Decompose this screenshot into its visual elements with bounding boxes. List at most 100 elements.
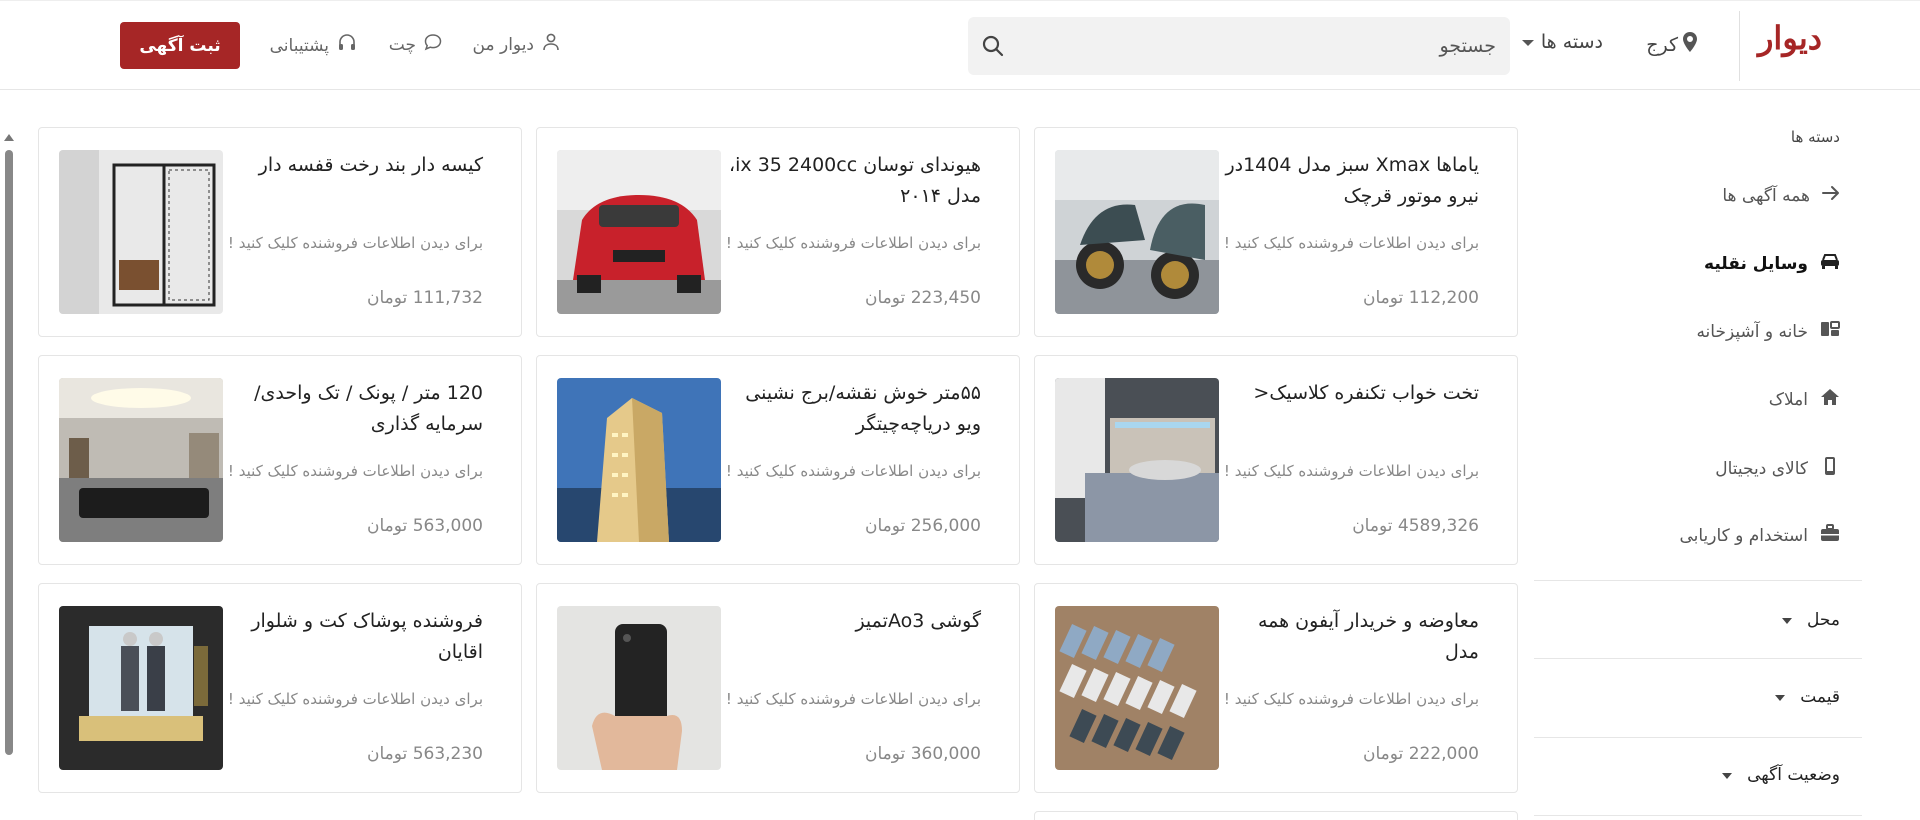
filter-label: قیمت	[1800, 687, 1840, 707]
city-label: کرج	[1646, 33, 1678, 56]
header-divider	[1739, 11, 1740, 81]
listing-card[interactable]: تخت خواب تکنفره کلاسیک< برای دیدن اطلاعا…	[1034, 355, 1518, 565]
my-divar-label: دیوار من	[472, 34, 534, 55]
sidebar-divider	[1534, 737, 1862, 738]
sidebar-item-label: استخدام و کاریابی	[1679, 525, 1808, 546]
listing-info: برای دیدن اطلاعات فروشنده کلیک کنید !	[1223, 234, 1479, 252]
filter-location[interactable]: محل	[1781, 610, 1840, 630]
sidebar-item-label: خانه و آشپزخانه	[1696, 321, 1808, 342]
listing-price: 563,000 تومان	[367, 516, 483, 536]
listing-card[interactable]: معاوضه و خریدار آیفون همه مدل برای دیدن …	[1034, 583, 1518, 793]
sidebar-item-all-ads[interactable]: همه آگهی ها	[1722, 185, 1840, 206]
filter-ad-status[interactable]: وضعیت آگهی	[1721, 765, 1840, 785]
listing-price: 256,000 تومان	[865, 516, 981, 536]
listing-image-red-suv[interactable]	[557, 150, 721, 314]
sidebar-item-label: کالای دیجیتال	[1715, 458, 1808, 479]
sidebar-item-digital[interactable]: کالای دیجیتال	[1715, 456, 1840, 481]
arrow-right-icon	[1822, 185, 1840, 206]
location-pin-icon	[1682, 31, 1698, 58]
listing-card-partial[interactable]	[1034, 811, 1518, 820]
listing-info: برای دیدن اطلاعات فروشنده کلیک کنید !	[725, 462, 981, 480]
listing-card[interactable]: هیوندای توسان ix 35 2400cc، مدل ۲۰۱۴ برا…	[536, 127, 1020, 337]
listing-info: برای دیدن اطلاعات فروشنده کلیک کنید !	[227, 234, 483, 252]
listing-title: هیوندای توسان ix 35 2400cc، مدل ۲۰۱۴	[729, 154, 981, 207]
chat-bubble-icon	[424, 33, 442, 56]
filter-price[interactable]: قیمت	[1774, 687, 1840, 707]
listing-card[interactable]: یاماها Xmax سبز مدل 1404در نیرو موتور قر…	[1034, 127, 1518, 337]
listing-info: برای دیدن اطلاعات فروشنده کلیک کنید !	[725, 234, 981, 252]
listing-image-apartment-interior[interactable]	[59, 378, 223, 542]
listing-title: گوشی Ao3تمیز	[855, 610, 981, 632]
sidebar-item-real-estate[interactable]: املاک	[1769, 388, 1840, 411]
listing-price: 222,000 تومان	[1363, 744, 1479, 764]
listing-card[interactable]: فروشنده پوشاک کت و شلوار اقایان برای دید…	[38, 583, 522, 793]
car-icon	[1820, 252, 1840, 275]
my-divar-link[interactable]: دیوار من	[473, 33, 560, 56]
scrollbar-thumb[interactable]	[5, 150, 13, 755]
listing-info: برای دیدن اطلاعات فروشنده کلیک کنید !	[1223, 462, 1479, 480]
listing-info: برای دیدن اطلاعات فروشنده کلیک کنید !	[725, 690, 981, 708]
sidebar-item-home-kitchen[interactable]: خانه و آشپزخانه	[1696, 320, 1840, 343]
sidebar-item-label: املاک	[1768, 389, 1808, 410]
listing-title: ۵۵متر خوش نقشه/برج نشینی ویو دریاچه‌چیتگ…	[745, 382, 981, 435]
listing-title: فروشنده پوشاک کت و شلوار اقایان	[251, 610, 483, 663]
listing-info: برای دیدن اطلاعات فروشنده کلیک کنید !	[227, 462, 483, 480]
categories-dropdown[interactable]: دسته ها	[1521, 31, 1603, 53]
listing-image-phone-in-hand[interactable]	[557, 606, 721, 770]
caret-down-icon	[1781, 610, 1793, 630]
house-icon	[1820, 388, 1840, 411]
listing-title: معاوضه و خریدار آیفون همه مدل	[1257, 610, 1479, 663]
listing-price: 112,200 تومان	[1363, 288, 1479, 308]
scroll-up-arrow[interactable]	[4, 134, 14, 141]
filter-label: وضعیت آگهی	[1747, 765, 1840, 785]
listing-price: 360,000 تومان	[865, 744, 981, 764]
search-bar[interactable]	[968, 17, 1510, 75]
support-link[interactable]: پشتیبانی	[270, 33, 357, 58]
listing-image-suit-shop[interactable]	[59, 606, 223, 770]
sidebar-item-label: وسایل نقلیه	[1704, 253, 1808, 274]
listing-card[interactable]: 120 متر / پونک / تک واحدی/ سرمایه گذاری …	[38, 355, 522, 565]
caret-down-icon	[1774, 687, 1786, 707]
chat-label: چت	[388, 34, 416, 55]
listing-image-bed[interactable]	[1055, 378, 1219, 542]
listing-image-clothes-rack[interactable]	[59, 150, 223, 314]
caret-down-icon	[1721, 765, 1733, 785]
user-icon	[542, 33, 560, 56]
divar-logo[interactable]: دیوار	[1758, 19, 1822, 57]
listing-title: 120 متر / پونک / تک واحدی/ سرمایه گذاری	[254, 382, 483, 435]
listing-card[interactable]: ۵۵متر خوش نقشه/برج نشینی ویو دریاچه‌چیتگ…	[536, 355, 1020, 565]
post-ad-button[interactable]: ثبت آگهی	[120, 22, 240, 69]
listing-image-tower[interactable]	[557, 378, 721, 542]
sidebar-title: دسته ها	[1790, 128, 1840, 146]
sidebar-item-jobs[interactable]: استخدام و کاریابی	[1679, 524, 1840, 547]
listing-card[interactable]: گوشی Ao3تمیز برای دیدن اطلاعات فروشنده ک…	[536, 583, 1020, 793]
category-sidebar: دسته ها همه آگهی ها وسایل نقلیه خانه و آ…	[1530, 90, 1920, 820]
filter-label: محل	[1807, 610, 1840, 630]
headset-icon	[337, 33, 357, 58]
sidebar-item-vehicles[interactable]: وسایل نقلیه	[1704, 252, 1840, 275]
search-icon[interactable]	[968, 35, 1018, 57]
phone-icon	[1820, 456, 1840, 481]
sidebar-divider	[1534, 815, 1862, 816]
listing-info: برای دیدن اطلاعات فروشنده کلیک کنید !	[227, 690, 483, 708]
search-input[interactable]	[1018, 35, 1510, 57]
home-kitchen-icon	[1820, 320, 1840, 343]
listing-price: 111,732 تومان	[367, 288, 483, 308]
sidebar-divider	[1534, 580, 1862, 581]
support-label: پشتیبانی	[269, 35, 329, 56]
city-selector[interactable]: کرج	[1646, 31, 1698, 58]
listing-title: تخت خواب تکنفره کلاسیک<	[1253, 382, 1479, 404]
listing-info: برای دیدن اطلاعات فروشنده کلیک کنید !	[1223, 690, 1479, 708]
listing-card[interactable]: کیسه دار بند رخت قفسه دار برای دیدن اطلا…	[38, 127, 522, 337]
listing-price: 223,450 تومان	[865, 288, 981, 308]
listing-price: 563,230 تومان	[367, 744, 483, 764]
categories-label: دسته ها	[1540, 31, 1603, 53]
chat-link[interactable]: چت	[389, 33, 442, 56]
sidebar-item-label: همه آگهی ها	[1722, 185, 1810, 206]
sidebar-divider	[1534, 658, 1862, 659]
listing-image-scooters[interactable]	[1055, 150, 1219, 314]
listing-title: کیسه دار بند رخت قفسه دار	[258, 154, 483, 176]
top-header: دیوار کرج دسته ها دیوار من چت پ	[0, 0, 1920, 90]
listing-image-iphones[interactable]	[1055, 606, 1219, 770]
briefcase-icon	[1820, 524, 1840, 547]
